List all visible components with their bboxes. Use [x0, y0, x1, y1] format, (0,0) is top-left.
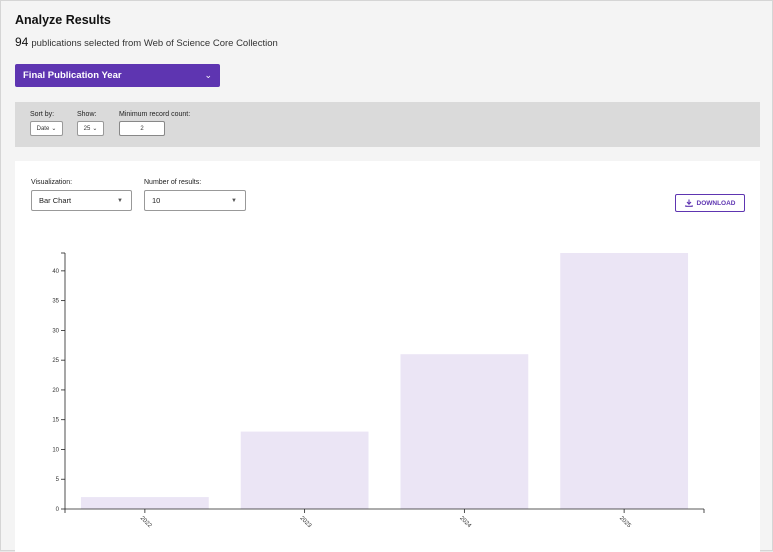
y-tick-label: 35: [52, 299, 59, 305]
y-tick-label: 25: [52, 358, 59, 364]
chevron-down-icon: ⌄: [204, 70, 212, 80]
y-tick-label: 30: [52, 328, 59, 334]
bar-2025: [560, 253, 689, 509]
field-select-dropdown[interactable]: Final Publication Year ⌄: [15, 64, 220, 87]
show-label: Show:: [77, 111, 97, 118]
analyze-results-page: Analyze Results 94 publications selected …: [0, 0, 773, 552]
bar-2023: [240, 431, 369, 509]
bar-chart: 05101520253035402022 2023 2024 2025: [52, 252, 705, 530]
x-tick-label: 2024: [458, 515, 472, 529]
min-count-input[interactable]: 2: [119, 121, 165, 136]
chevron-down-icon: ⌄: [51, 126, 57, 132]
show-select[interactable]: 25 ⌄: [77, 121, 104, 136]
x-tick-label: 2023: [298, 515, 312, 529]
min-count-option: Minimum record count: 2: [119, 111, 190, 136]
sort-value: Date: [36, 125, 50, 132]
summary-text: publications selected from Web of Scienc…: [31, 38, 278, 49]
y-tick-label: 10: [52, 447, 59, 453]
bar-2024: [400, 354, 529, 509]
x-tick-label: 2022: [139, 515, 153, 529]
options-bar: Sort by: Date ⌄ Show: 25 ⌄ Minimum recor…: [15, 102, 760, 147]
y-tick-label: 5: [56, 477, 60, 483]
min-count-label: Minimum record count:: [119, 111, 191, 118]
x-tick-label: 2025: [618, 515, 632, 529]
page-title: Analyze Results: [15, 13, 111, 27]
sort-select[interactable]: Date ⌄: [30, 121, 63, 136]
results-summary: 94 publications selected from Web of Scie…: [15, 35, 278, 49]
y-tick-label: 40: [52, 269, 59, 275]
y-tick-label: 20: [52, 388, 59, 394]
y-tick-label: 0: [56, 507, 60, 513]
publication-count: 94: [15, 35, 29, 49]
sort-label: Sort by:: [30, 111, 55, 118]
field-select-value: Final Publication Year: [23, 70, 122, 81]
min-count-value: 2: [140, 125, 144, 132]
show-option: Show: 25 ⌄: [77, 111, 104, 136]
visualization-panel: Visualization: Bar Chart ▼ Number of res…: [15, 161, 760, 552]
show-value: 25: [83, 125, 91, 132]
y-tick-label: 15: [52, 418, 59, 424]
bar-2022: [80, 497, 209, 509]
sort-option: Sort by: Date ⌄: [30, 111, 63, 136]
chevron-down-icon: ⌄: [92, 126, 98, 132]
